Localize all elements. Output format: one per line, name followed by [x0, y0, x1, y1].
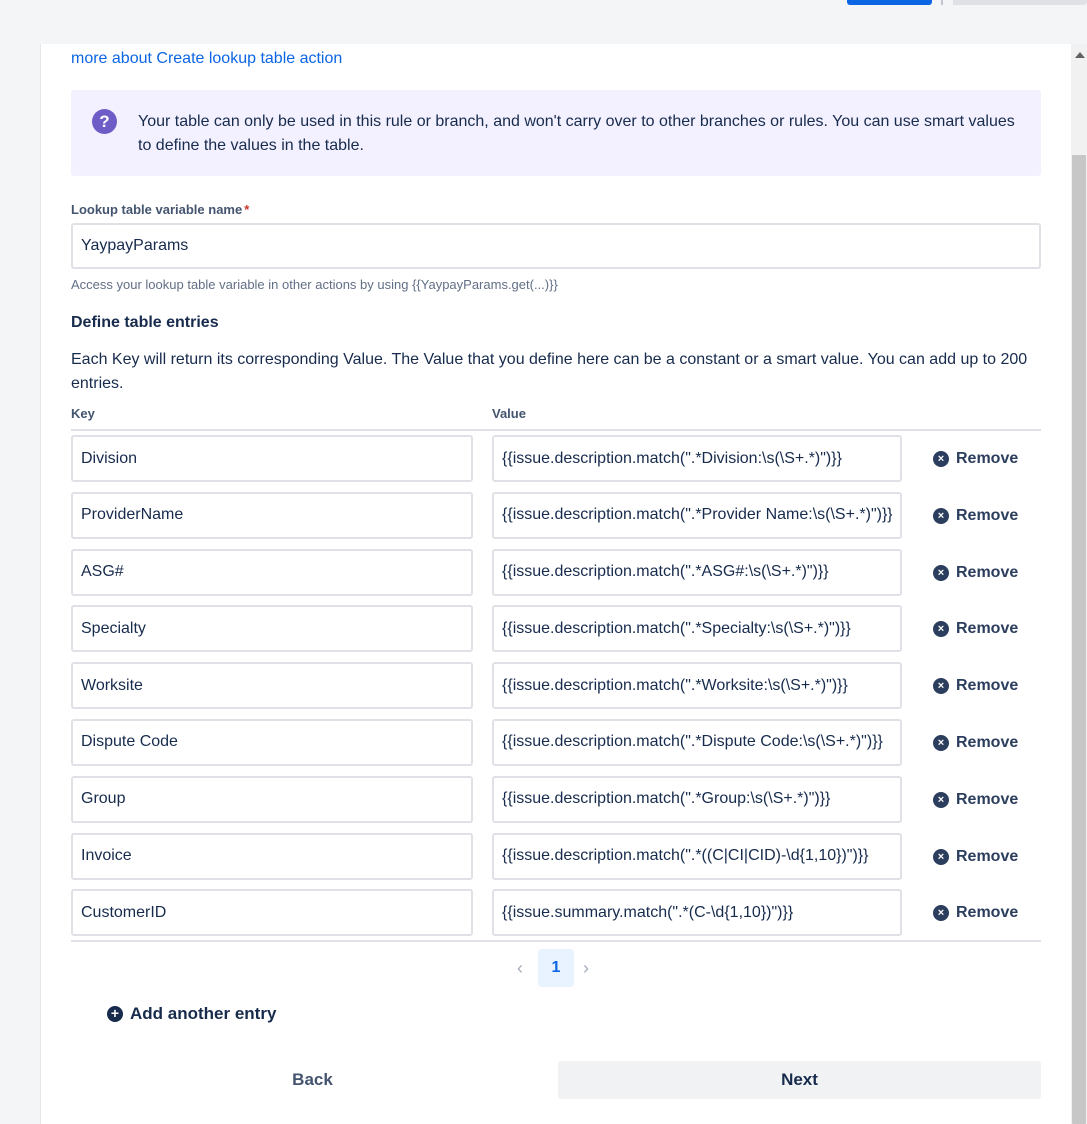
next-button[interactable]: Next	[558, 1061, 1041, 1099]
table-row: × Remove	[71, 662, 1041, 719]
key-input[interactable]	[71, 491, 473, 539]
key-input[interactable]	[71, 718, 473, 766]
remove-button[interactable]: × Remove	[933, 617, 1018, 641]
key-input[interactable]	[71, 889, 473, 937]
remove-circle-icon: ×	[933, 621, 949, 638]
key-input[interactable]	[71, 775, 473, 823]
entries-section-description: Each Key will return its corresponding V…	[71, 351, 1028, 392]
key-input[interactable]	[71, 605, 473, 653]
remove-button[interactable]: × Remove	[933, 901, 1018, 925]
variable-helper-text: Access your lookup table variable in oth…	[71, 277, 558, 292]
table-row: × Remove	[71, 548, 1041, 606]
plus-circle-icon: +	[107, 1006, 123, 1022]
add-entry-button[interactable]: + Add another entry	[107, 1004, 276, 1024]
variable-name-label: Lookup table variable name *	[71, 202, 249, 217]
table-row: × Remove	[71, 889, 1041, 946]
remove-label: Remove	[956, 847, 1019, 865]
table-row: × Remove	[71, 832, 1041, 890]
key-column-header: Key	[71, 406, 95, 421]
value-input[interactable]	[492, 662, 902, 710]
remove-circle-icon: ×	[933, 791, 949, 808]
table-row: × Remove	[71, 775, 1041, 833]
remove-label: Remove	[956, 506, 1019, 524]
remove-button[interactable]: × Remove	[933, 731, 1018, 755]
page-button-current[interactable]: 1	[538, 949, 574, 987]
value-input[interactable]	[492, 775, 902, 823]
remove-label: Remove	[956, 620, 1019, 638]
pagination: ‹ 1 ›	[71, 949, 1041, 987]
table-row: × Remove	[71, 435, 1041, 492]
add-entry-label: Add another entry	[130, 1004, 277, 1023]
learn-more-link[interactable]: more about Create lookup table action	[71, 50, 342, 68]
value-input[interactable]	[492, 832, 902, 880]
value-input[interactable]	[492, 605, 902, 653]
remove-circle-icon: ×	[933, 451, 949, 467]
table-bottom-divider	[71, 940, 1041, 942]
value-input[interactable]	[492, 548, 902, 596]
info-text: Your table can only be used in this rule…	[138, 113, 1015, 154]
remove-label: Remove	[956, 733, 1019, 751]
remove-button[interactable]: × Remove	[933, 674, 1018, 698]
remove-button[interactable]: × Remove	[933, 845, 1018, 869]
chevron-left-icon[interactable]: ‹	[517, 958, 523, 979]
table-row: × Remove	[71, 605, 1041, 662]
top-primary-button[interactable]	[847, 0, 932, 5]
remove-button[interactable]: × Remove	[933, 561, 1018, 585]
variable-name-label-text: Lookup table variable name	[71, 202, 243, 217]
table-row: × Remove	[71, 718, 1041, 776]
remove-circle-icon: ×	[933, 564, 949, 581]
key-input[interactable]	[71, 548, 473, 596]
config-panel: more about Create lookup table action ? …	[40, 44, 1072, 1124]
value-input[interactable]	[492, 435, 902, 482]
remove-label: Remove	[956, 904, 1019, 922]
key-input[interactable]	[71, 662, 473, 710]
remove-circle-icon: ×	[933, 848, 949, 865]
remove-button[interactable]: × Remove	[933, 447, 1018, 471]
remove-label: Remove	[956, 790, 1019, 808]
scroll-up-arrow-icon[interactable]	[1075, 52, 1085, 58]
remove-circle-icon: ×	[933, 905, 949, 922]
top-divider	[941, 0, 943, 5]
question-icon: ?	[92, 109, 117, 134]
key-input[interactable]	[71, 832, 473, 880]
back-button[interactable]: Back	[71, 1061, 554, 1099]
scrollbar-thumb[interactable]	[1072, 155, 1086, 1124]
value-input[interactable]	[492, 491, 902, 539]
remove-label: Remove	[956, 563, 1019, 581]
required-marker: *	[244, 202, 250, 217]
entries-section-title: Define table entries	[71, 314, 219, 331]
remove-label: Remove	[956, 450, 1019, 467]
info-panel: ? Your table can only be used in this ru…	[71, 90, 1041, 176]
remove-label: Remove	[956, 677, 1019, 695]
top-secondary-button[interactable]	[953, 0, 1087, 5]
remove-button[interactable]: × Remove	[933, 788, 1018, 812]
entries-table: × Remove × Remove × Remove × Remove × Remove × Remo…	[71, 435, 1041, 946]
remove-circle-icon: ×	[933, 734, 949, 751]
remove-circle-icon: ×	[933, 507, 949, 524]
chevron-right-icon[interactable]: ›	[583, 958, 589, 979]
top-bar	[0, 0, 1087, 44]
variable-name-input[interactable]	[71, 223, 1041, 269]
value-input[interactable]	[492, 889, 902, 937]
value-input[interactable]	[492, 718, 902, 766]
table-top-divider	[71, 429, 1041, 431]
table-row: × Remove	[71, 491, 1041, 549]
remove-button[interactable]: × Remove	[933, 504, 1018, 528]
remove-circle-icon: ×	[933, 678, 949, 695]
value-column-header: Value	[492, 406, 526, 421]
key-input[interactable]	[71, 435, 473, 482]
